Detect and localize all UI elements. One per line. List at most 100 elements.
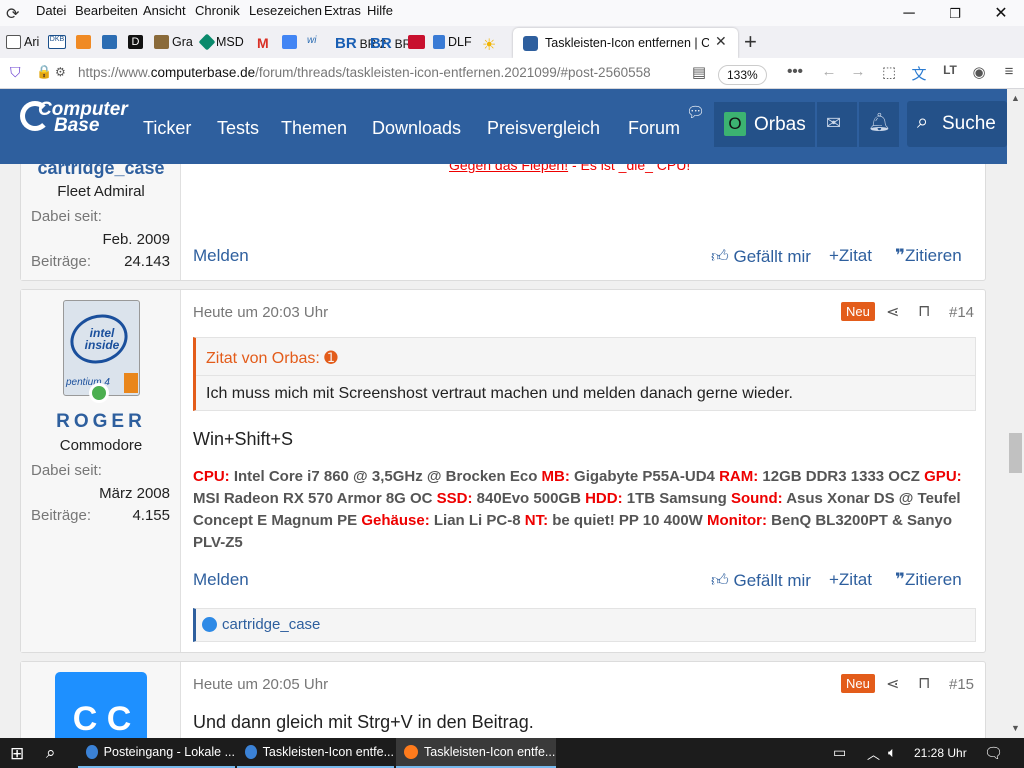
thumbs-up-icon: 👍︎ [711,571,729,590]
user-avatar: O [724,112,746,136]
close-tab-icon[interactable]: ✕ [715,33,727,50]
zoom-indicator[interactable]: 133% [718,65,767,85]
scroll-up-icon[interactable]: ▲ [1011,93,1020,103]
username-link[interactable]: ROGER [21,411,181,433]
bookmark-icon[interactable]: ⊓ [918,673,930,693]
folder-icon [6,35,21,49]
lt-icon[interactable]: LT [939,63,961,77]
back-icon[interactable]: ← [818,63,840,80]
nav-themen[interactable]: Themen [281,118,347,139]
post-date[interactable]: Heute um 20:03 Uhr [193,304,328,321]
share-icon[interactable]: ⋖ [886,674,899,694]
like-button[interactable]: 👍︎ Gefällt mir [711,570,811,591]
avatar[interactable]: C C [55,672,147,738]
quote-button[interactable]: ❞Zitieren [895,570,962,590]
reaction-user-link[interactable]: cartridge_case [222,616,320,633]
tray-chevron-icon[interactable]: ︿ [867,744,880,763]
screenshot-icon[interactable]: ⬚ [878,63,900,81]
menu-chronik[interactable]: Chronik [195,3,240,18]
new-tab-button[interactable]: + [744,29,757,55]
permissions-icon[interactable]: ⚙ [55,65,66,79]
user-menu[interactable]: O Orbas [714,102,815,147]
forward-icon[interactable]: → [847,63,869,80]
bookmarks-toolbar: Ari DKB D Gra MSD M wi BRBR 2 BRBR 5 DLF… [0,26,1024,58]
nav-preisvergleich[interactable]: Preisvergleich [487,118,600,139]
translate-icon[interactable]: 文 [908,63,930,84]
report-link[interactable]: Melden [193,570,249,590]
volume-icon[interactable]: 🔈︎ [888,744,896,761]
avatar[interactable]: intel inside pentium 4 [63,300,140,396]
page-actions-icon[interactable]: ••• [784,63,806,80]
input-indicator-icon[interactable]: ▭ [833,744,846,761]
bookmark-translate[interactable] [282,35,297,49]
lock-icon[interactable]: 🔒 [36,64,52,80]
taskbar-app-thunderbird[interactable]: Posteingang - Lokale ... [78,738,235,768]
menu-bearbeiten[interactable]: Bearbeiten [75,3,138,18]
url-field[interactable]: ⛉ 🔒 ⚙ https://www.computerbase.de/forum/… [0,61,685,86]
windows-start-icon[interactable]: ⊞ [10,744,24,764]
bookmark-3[interactable] [102,35,117,49]
plus-quote-button[interactable]: +Zitat [829,570,872,590]
menu-lesezeichen[interactable]: Lesezeichen [249,3,322,18]
clock[interactable]: 21:28 Uhr [914,746,967,760]
taskbar-app-firefox[interactable]: Taskleisten-Icon entfe... [396,738,556,768]
quote-button[interactable]: ❞Zitieren [895,246,962,266]
bookmark-weather[interactable]: ☀ [482,35,496,55]
bookmark-2[interactable] [76,35,91,49]
bookmark-dkb[interactable]: DKB [48,35,66,49]
site-header: Computer Base Ticker Tests Themen Downlo… [0,89,1007,164]
share-icon[interactable]: ⋖ [886,302,899,322]
badge-4-icon [124,373,138,393]
scrollbar[interactable]: ▲ ▼ [1007,89,1024,738]
bookmark-gra[interactable]: Gra [154,35,193,49]
reload-icon[interactable]: ⟳ [6,4,19,24]
menu-datei[interactable]: Datei [36,3,66,18]
like-button[interactable]: 👍︎ Gefällt mir [711,246,811,267]
account-icon[interactable]: ◉ [968,63,990,81]
bookmark-gmail[interactable]: M [257,35,269,51]
scroll-down-icon[interactable]: ▼ [1011,723,1020,733]
scrollbar-thumb[interactable] [1009,433,1022,473]
menu-hilfe[interactable]: Hilfe [367,3,393,18]
site-logo[interactable]: Computer Base [20,97,128,147]
nav-forum[interactable]: Forum [628,118,680,139]
notifications-button[interactable]: 🔔︎ [859,102,899,147]
bookmark-msd[interactable]: MSD [198,33,244,51]
menu-icon[interactable]: ≡ [998,63,1020,80]
menu-extras[interactable]: Extras [324,3,361,18]
maximize-button[interactable]: ❐ [932,2,978,26]
bookmark-icon[interactable]: ⊓ [918,301,930,321]
menu-ansicht[interactable]: Ansicht [143,3,186,18]
bookmark-ari[interactable]: Ari [6,35,39,49]
joined-date: März 2008 [99,485,170,502]
report-link[interactable]: Melden [193,246,249,266]
shield-icon[interactable]: ⛉ [10,64,21,81]
bookmark-4[interactable]: D [128,35,143,49]
firefox-icon [404,745,418,759]
plus-quote-button[interactable]: +Zitat [829,246,872,266]
chat-icon[interactable]: 💬︎ [686,103,705,121]
quote-author[interactable]: Zitat von Orbas: ➊ [206,348,338,368]
orf-icon [408,35,425,49]
new-badge: Neu [841,302,875,321]
notification-center-icon[interactable]: 🗨︎ [984,744,1003,762]
nav-ticker[interactable]: Ticker [143,118,191,139]
minimize-button[interactable]: ─ [886,2,932,26]
document-icon [433,35,445,49]
bookmark-dlf[interactable]: DLF [433,35,472,49]
search-button[interactable]: ⌕ Suche [907,101,1007,147]
tab-active[interactable]: Taskleisten-Icon entfernen | Co ✕ [513,28,738,58]
close-window-button[interactable]: ✕ [978,2,1024,26]
bookmark-wiki[interactable]: wi [307,35,316,46]
post-number[interactable]: #14 [949,304,974,321]
post-number[interactable]: #15 [949,676,974,693]
inbox-button[interactable]: ✉ [817,102,857,147]
search-icon[interactable]: ⌕ [46,743,56,763]
nav-downloads[interactable]: Downloads [372,118,461,139]
post-date[interactable]: Heute um 20:05 Uhr [193,676,328,693]
taskbar-app-browser-1[interactable]: Taskleisten-Icon entfe... [237,738,394,768]
sun-icon: ☀ [482,37,497,54]
nav-tests[interactable]: Tests [217,118,259,139]
bookmark-orf[interactable] [408,35,425,49]
reader-view-icon[interactable]: ▤ [688,63,710,81]
